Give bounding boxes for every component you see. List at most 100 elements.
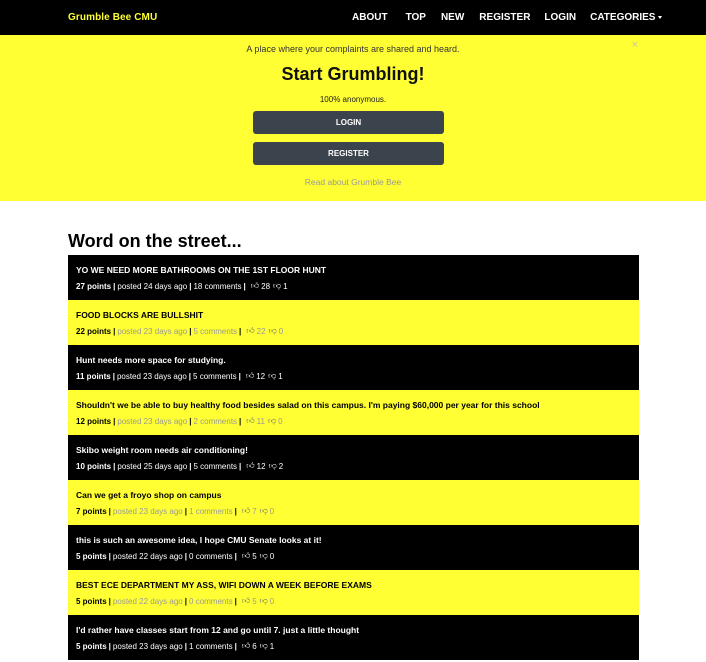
post-item: Skibo weight room needs air conditioning… xyxy=(68,435,639,480)
thumbs-down-icon[interactable]: 👎︎ xyxy=(268,416,276,426)
post-comments-link[interactable]: 0 comments xyxy=(189,597,233,606)
thumbs-up-icon[interactable]: 👍︎ xyxy=(251,281,259,291)
separator: | xyxy=(113,416,116,426)
thumbs-up-icon[interactable]: 👍︎ xyxy=(246,371,254,381)
post-title[interactable]: FOOD BLOCKS ARE BULLSHIT xyxy=(76,310,203,320)
post-list: YO WE NEED MORE BATHROOMS ON THE 1ST FLO… xyxy=(68,255,639,660)
nav-links: ABOUT TOP NEW REGISTER LOGIN CATEGORIES xyxy=(352,12,663,23)
post-time: posted 22 days ago xyxy=(112,596,183,606)
thumbs-down-icon[interactable]: 👎︎ xyxy=(268,371,276,381)
upvote-count: 28 xyxy=(261,281,271,291)
post-comments-link[interactable]: 0 comments xyxy=(189,552,233,561)
thumbs-down-icon[interactable]: 👎︎ xyxy=(260,551,268,561)
post-points: 11 points xyxy=(76,371,111,381)
post-title[interactable]: this is such an awesome idea, I hope CMU… xyxy=(76,535,322,545)
thumbs-up-icon[interactable]: 👍︎ xyxy=(246,326,254,336)
separator: | xyxy=(239,326,242,336)
post-comments-link[interactable]: 5 comments xyxy=(193,462,237,471)
separator: | xyxy=(108,506,111,516)
register-button[interactable]: REGISTER xyxy=(253,142,444,165)
read-about-link: Read about Grumble Bee xyxy=(0,177,706,187)
close-icon[interactable]: × xyxy=(632,39,638,51)
nav-about[interactable]: ABOUT xyxy=(352,12,388,23)
thumbs-up-icon[interactable]: 👍︎ xyxy=(246,416,254,426)
nav-top[interactable]: TOP xyxy=(406,12,426,23)
separator: | xyxy=(188,371,192,381)
navbar: Grumble Bee CMU ABOUT TOP NEW REGISTER L… xyxy=(0,0,706,35)
post-title[interactable]: Can we get a froyo shop on campus xyxy=(76,490,221,500)
post-points: 5 points xyxy=(76,641,107,651)
post-comments-link[interactable]: 1 comments xyxy=(189,507,233,516)
nav-new[interactable]: NEW xyxy=(441,12,464,23)
post-item: Shouldn't we be able to buy healthy food… xyxy=(68,390,639,435)
post-time: posted 24 days ago xyxy=(117,281,188,291)
thumbs-up-icon[interactable]: 👍︎ xyxy=(242,551,250,561)
post-comments-link[interactable]: 5 comments xyxy=(193,372,237,381)
downvote-count: 0 xyxy=(269,551,275,561)
thumbs-down-icon[interactable]: 👎︎ xyxy=(269,326,277,336)
hero-anonymous-note: 100% anonymous. xyxy=(319,95,387,104)
separator: | xyxy=(234,506,237,516)
thumbs-up-icon[interactable]: 👍︎ xyxy=(246,461,254,471)
separator: | xyxy=(189,461,192,471)
post-comments-link[interactable]: 1 comments xyxy=(189,642,233,651)
post-points: 27 points xyxy=(76,281,112,291)
thumbs-up-icon[interactable]: 👍︎ xyxy=(242,641,250,651)
nav-register[interactable]: REGISTER xyxy=(479,12,530,23)
login-button[interactable]: LOGIN xyxy=(253,111,444,134)
section-title: Word on the street... xyxy=(68,231,242,251)
separator: | xyxy=(234,551,237,561)
thumbs-down-icon[interactable]: 👎︎ xyxy=(260,506,268,516)
upvote-count: 5 xyxy=(252,551,257,561)
separator: | xyxy=(113,281,116,291)
thumbs-down-icon[interactable]: 👎︎ xyxy=(260,641,268,651)
post-meta: 5 points | posted 22 days ago | 0 comments | 👍… xyxy=(76,596,274,606)
post-time: posted 23 days ago xyxy=(112,641,183,651)
post-title[interactable]: Hunt needs more space for studying. xyxy=(76,355,226,365)
post-points: 12 points xyxy=(76,416,112,426)
downvote-count: 0 xyxy=(278,326,284,336)
thumbs-down-icon[interactable]: 👎︎ xyxy=(269,461,277,471)
read-about-link-text[interactable]: Read about Grumble Bee xyxy=(305,177,401,187)
post-time: posted 23 days ago xyxy=(116,371,187,381)
downvote-count: 0 xyxy=(269,596,275,606)
brand-link[interactable]: Grumble Bee CMU xyxy=(68,12,157,23)
post-item: this is such an awesome idea, I hope CMU… xyxy=(68,525,639,570)
post-comments-link[interactable]: 18 comments xyxy=(193,282,241,291)
separator: | xyxy=(234,596,237,606)
nav-categories[interactable]: CATEGORIES xyxy=(590,12,655,23)
post-time: posted 22 days ago xyxy=(112,551,183,561)
post-meta: 5 points | posted 23 days ago | 1 comments | 👍… xyxy=(76,641,274,651)
separator: | xyxy=(184,506,188,516)
upvote-count: 11 xyxy=(256,416,265,426)
post-comments-link[interactable]: 5 comments xyxy=(193,327,237,336)
post-time: posted 23 days ago xyxy=(112,506,183,516)
post-title[interactable]: I'd rather have classes start from 12 an… xyxy=(76,625,359,635)
post-comments-link[interactable]: 2 comments xyxy=(193,417,237,426)
hero-banner: A place where your complaints are shared… xyxy=(0,35,706,201)
thumbs-down-icon[interactable]: 👎︎ xyxy=(260,596,268,606)
post-title[interactable]: YO WE NEED MORE BATHROOMS ON THE 1ST FLO… xyxy=(76,265,326,275)
nav-categories-dropdown[interactable]: CATEGORIES xyxy=(590,12,663,23)
downvote-count: 1 xyxy=(283,281,288,291)
post-title[interactable]: BEST ECE DEPARTMENT MY ASS, WIFI DOWN A … xyxy=(76,580,372,590)
separator: | xyxy=(184,551,188,561)
thumbs-up-icon[interactable]: 👍︎ xyxy=(242,506,250,516)
downvote-count: 2 xyxy=(278,461,284,471)
thumbs-up-icon[interactable]: 👍︎ xyxy=(242,596,250,606)
upvote-count: 7 xyxy=(252,506,257,516)
nav-login[interactable]: LOGIN xyxy=(544,12,576,23)
thumbs-down-icon[interactable]: 👎︎ xyxy=(273,281,281,291)
post-title[interactable]: Shouldn't we be able to buy healthy food… xyxy=(76,400,540,410)
downvote-count: 0 xyxy=(269,506,275,516)
post-meta: 22 points | posted 23 days ago | 5 comments |… xyxy=(76,326,283,336)
post-item: I'd rather have classes start from 12 an… xyxy=(68,615,639,660)
separator: | xyxy=(184,641,188,651)
upvote-count: 22 xyxy=(256,326,266,336)
separator: | xyxy=(243,281,246,291)
post-title[interactable]: Skibo weight room needs air conditioning… xyxy=(76,445,248,455)
separator: | xyxy=(108,596,111,606)
separator: | xyxy=(113,326,116,336)
separator: | xyxy=(234,641,237,651)
downvote-count: 0 xyxy=(278,416,283,426)
